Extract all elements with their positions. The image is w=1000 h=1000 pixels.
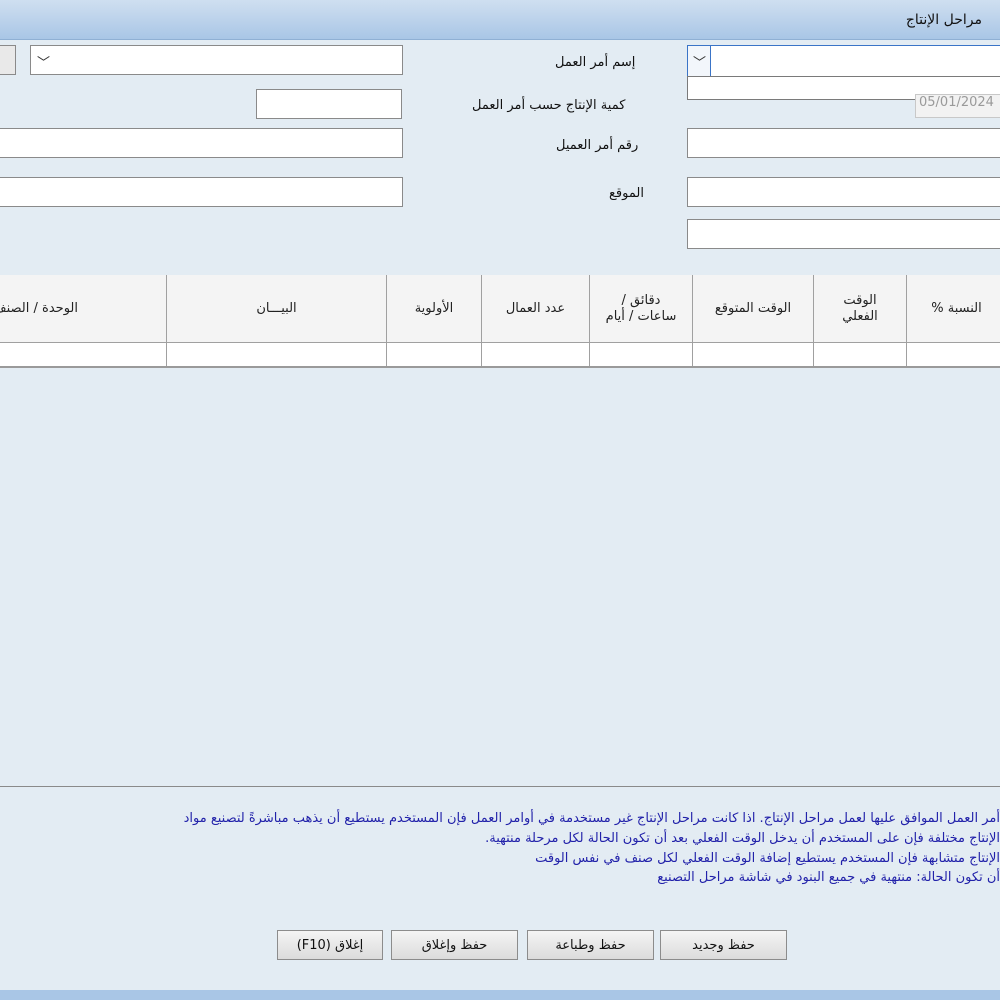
save-new-button[interactable]: حفظ وجديد (660, 930, 787, 960)
table-cell[interactable] (813, 342, 906, 366)
bottom-bar (0, 990, 1000, 1000)
notes-divider (0, 786, 1000, 787)
production-qty-label: كمية الإنتاج حسب أمر العمل (472, 98, 626, 113)
chevron-down-icon[interactable]: ﹀ (693, 52, 706, 71)
date-field[interactable]: 05/01/2024 (915, 94, 1000, 118)
table-cell[interactable] (0, 342, 166, 366)
note-line-3: الإنتاج متشابهة فإن المستخدم يستطيع إضاف… (535, 851, 1000, 866)
col-header-expected-time: الوقت المتوقع (692, 275, 813, 342)
customer-order-label: رقم أمر العميل (556, 138, 639, 153)
location-label: الموقع (609, 186, 644, 201)
title-bar (0, 0, 1000, 40)
col-header-unit-item: الوحدة / الصنف (0, 275, 166, 342)
note-line-1: أمر العمل الموافق عليها لعمل مراحل الإنت… (183, 811, 1000, 826)
col-header-percent: % النسبة (906, 275, 1000, 342)
dropdown-toggle[interactable]: ﹀ (688, 46, 711, 76)
col-header-time-unit: دقائق / ساعات / أيام (589, 275, 692, 342)
col-header-time-unit-label: دقائق / ساعات / أيام (605, 292, 677, 324)
col-header-actual-time: الوقت الفعلي (813, 275, 906, 342)
note-line-2: الإنتاج مختلفة فإن على المستخدم أن يدخل … (485, 831, 1000, 846)
right-field-3[interactable] (687, 219, 1000, 249)
table-cell[interactable] (906, 342, 1000, 366)
left-dropdown[interactable]: ﹀ (30, 45, 403, 75)
table-cell[interactable] (589, 342, 692, 366)
save-close-button[interactable]: حفظ وإغلاق (391, 930, 518, 960)
table-cell[interactable] (481, 342, 589, 366)
col-header-actual-time-label: الوقت الفعلي (842, 292, 878, 324)
location-field[interactable] (0, 177, 403, 207)
close-button[interactable]: (F10) إغلاق (277, 930, 383, 960)
col-header-priority: الأولوية (386, 275, 481, 342)
table-cell[interactable] (386, 342, 481, 366)
lookup-button[interactable] (0, 45, 16, 75)
save-print-button[interactable]: حفظ وطباعة (527, 930, 654, 960)
chevron-down-icon[interactable]: ﹀ (37, 52, 50, 71)
work-order-name-combobox[interactable]: ﹀ (687, 45, 1000, 77)
col-header-workers: عدد العمال (481, 275, 589, 342)
production-qty-field[interactable] (256, 89, 402, 119)
table-cell[interactable] (166, 342, 386, 366)
right-field-1[interactable] (687, 128, 1000, 158)
customer-order-field[interactable] (0, 128, 403, 158)
col-header-unit-item-label: الوحدة / الصنف (0, 300, 78, 316)
window-title: مراحل الإنتاج (905, 12, 982, 28)
col-header-description: البيـــان (166, 275, 386, 342)
work-order-name-label: إسم أمر العمل (555, 55, 636, 70)
right-field-2[interactable] (687, 177, 1000, 207)
note-line-4: أن تكون الحالة: منتهية في جميع البنود في… (657, 870, 1000, 885)
table-cell[interactable] (692, 342, 813, 366)
